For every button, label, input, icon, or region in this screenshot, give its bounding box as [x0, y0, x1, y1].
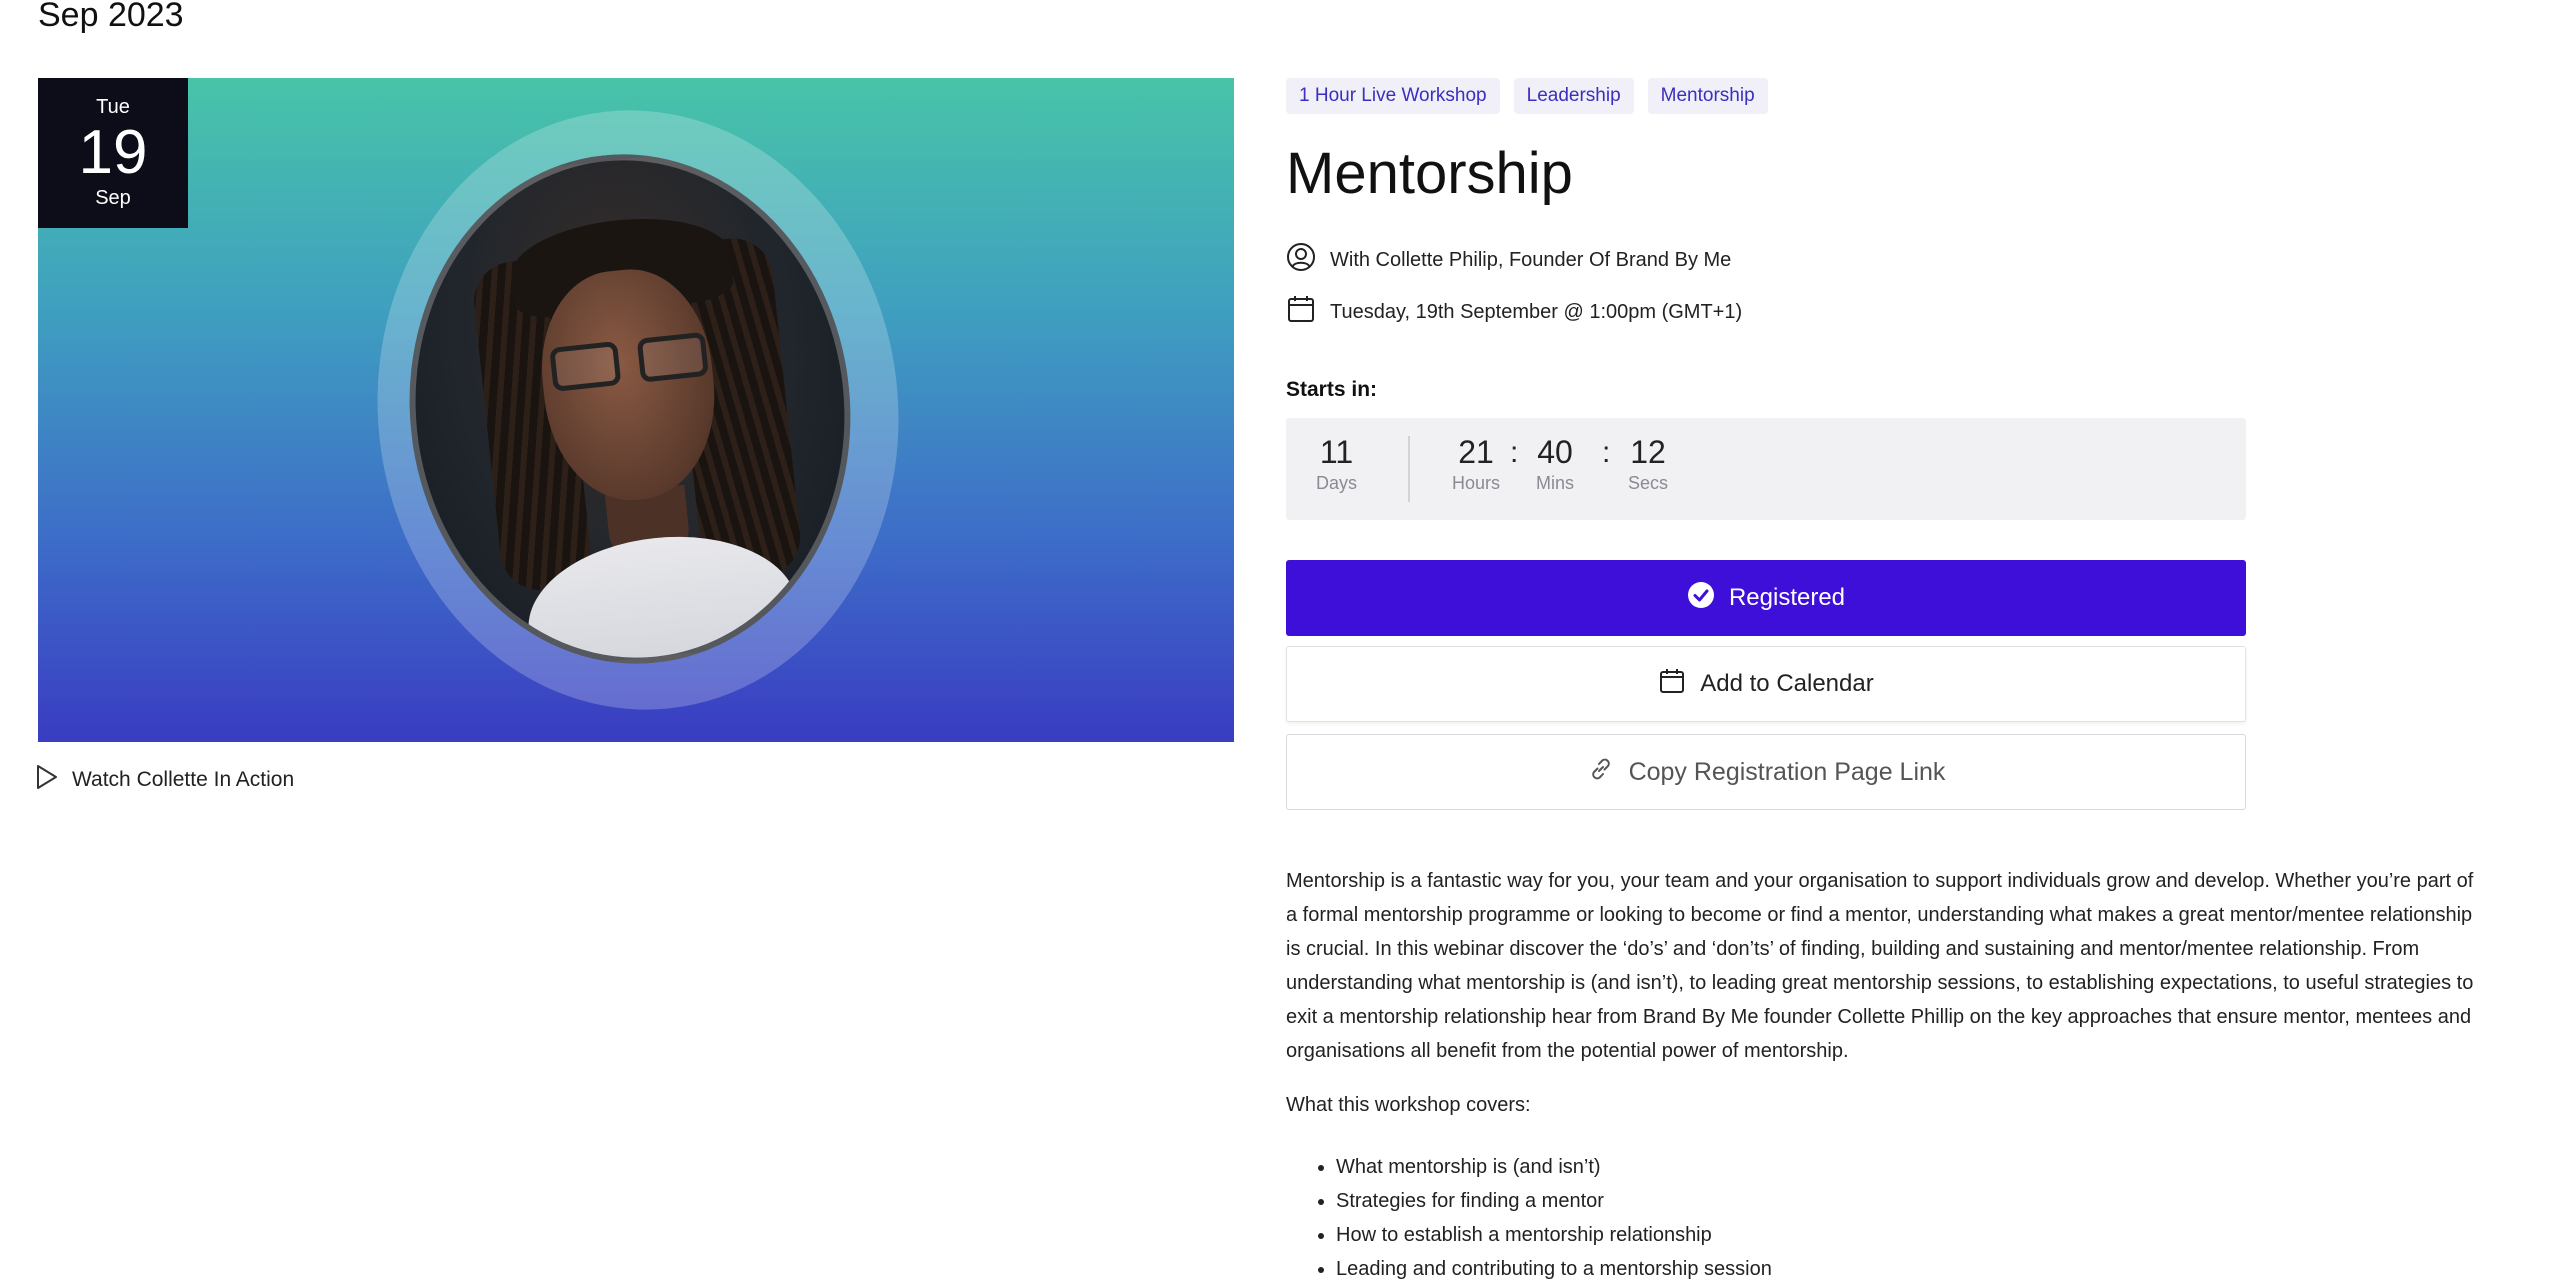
countdown-hours: 21 Hours	[1452, 434, 1500, 494]
tag-leadership[interactable]: Leadership	[1513, 78, 1634, 114]
countdown-divider	[1408, 436, 1410, 502]
date-badge-month: Sep	[95, 187, 131, 209]
date-badge: Tue 19 Sep	[38, 78, 188, 228]
registered-button-label: Registered	[1728, 584, 1846, 611]
date-badge-day: 19	[78, 118, 148, 187]
countdown-days: 11 Days	[1316, 434, 1357, 494]
event-description: Mentorship is a fantastic way for you, y…	[1286, 870, 2474, 1062]
countdown-secs-label: Secs	[1628, 473, 1669, 493]
calendar-icon	[1658, 667, 1686, 702]
user-circle-icon	[1286, 242, 1316, 278]
link-icon	[1587, 755, 1615, 790]
copy-link-button[interactable]: Copy Registration Page Link	[1286, 734, 2246, 810]
tag-list: 1 Hour Live Workshop Leadership Mentorsh…	[1286, 78, 1768, 114]
countdown-secs-value: 12	[1630, 434, 1666, 470]
registered-button[interactable]: Registered	[1286, 560, 2246, 636]
watch-video-label: Watch Collette In Action	[72, 768, 295, 791]
event-datetime-text: Tuesday, 19th September @ 1:00pm (GMT+1)	[1330, 300, 1743, 323]
covers-heading: What this workshop covers:	[1286, 1094, 1531, 1116]
check-circle-icon	[1687, 581, 1715, 616]
list-item: Leading and contributing to a mentorship…	[1336, 1252, 1772, 1280]
countdown-separator: :	[1510, 436, 1519, 469]
countdown-separator: :	[1602, 436, 1611, 469]
add-to-calendar-label: Add to Calendar	[1700, 670, 1874, 697]
countdown-mins-value: 40	[1537, 434, 1573, 470]
add-to-calendar-button[interactable]: Add to Calendar	[1286, 646, 2246, 722]
list-item: What mentorship is (and isn’t)	[1336, 1150, 1772, 1184]
covers-list: What mentorship is (and isn’t) Strategie…	[1336, 1150, 1772, 1280]
month-heading: Sep 2023	[38, 0, 184, 34]
event-title: Mentorship	[1286, 141, 1573, 206]
starts-in-label: Starts in:	[1286, 378, 1378, 401]
countdown-days-label: Days	[1316, 473, 1358, 493]
date-badge-weekday: Tue	[96, 96, 130, 118]
countdown-hours-label: Hours	[1452, 473, 1501, 493]
event-host: With Collette Philip, Founder Of Brand B…	[1286, 242, 1731, 278]
play-icon	[36, 764, 58, 796]
tag-workshop[interactable]: 1 Hour Live Workshop	[1286, 78, 1500, 114]
countdown-mins: 40 Mins	[1536, 434, 1574, 494]
list-item: Strategies for finding a mentor	[1336, 1184, 1772, 1218]
calendar-icon	[1286, 294, 1316, 330]
countdown-hours-value: 21	[1458, 434, 1494, 470]
event-host-text: With Collette Philip, Founder Of Brand B…	[1330, 248, 1732, 271]
countdown-mins-label: Mins	[1536, 473, 1575, 493]
countdown-timer: 11 Days 21 Hours : 40 Mins : 12 Secs	[1286, 418, 2246, 520]
event-hero-image: Tue 19 Sep	[38, 78, 1234, 742]
countdown-days-value: 11	[1319, 434, 1354, 470]
tag-mentorship[interactable]: Mentorship	[1647, 78, 1768, 114]
event-datetime: Tuesday, 19th September @ 1:00pm (GMT+1)	[1286, 294, 1742, 330]
watch-video-link[interactable]: Watch Collette In Action	[36, 764, 294, 796]
countdown-secs: 12 Secs	[1628, 434, 1668, 494]
list-item: How to establish a mentorship relationsh…	[1336, 1218, 1772, 1252]
copy-link-label: Copy Registration Page Link	[1628, 757, 1946, 786]
